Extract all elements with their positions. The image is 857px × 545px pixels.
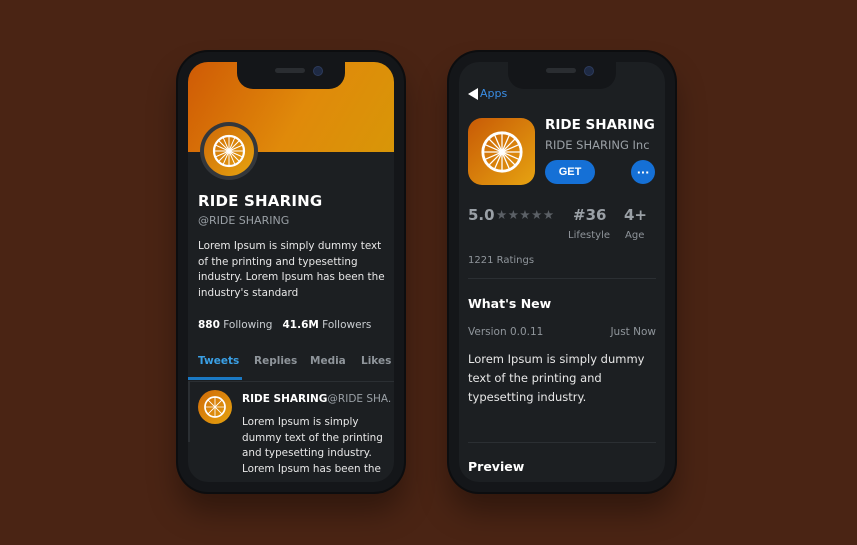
followers-link[interactable]: 41.6M Followers (282, 319, 371, 331)
phone-notch (508, 62, 616, 89)
back-arrow-icon (468, 87, 478, 100)
avatar[interactable] (200, 122, 258, 180)
rank-category: Lifestyle (568, 230, 611, 241)
tab-tweets[interactable]: Tweets (198, 355, 239, 367)
app-store-phone: Apps RIDE SHARING RIDE SHARING Inc GET ·… (449, 52, 675, 492)
active-tab-indicator (188, 377, 242, 380)
followers-count: 41.6M (282, 319, 319, 331)
bicycle-wheel-icon (480, 130, 523, 173)
age-label: Age (625, 230, 645, 241)
divider (468, 278, 656, 279)
release-notes: Lorem Ipsum is simply dummy text of the … (468, 352, 645, 404)
profile-stats: 880 Following 41.6M Followers (198, 319, 371, 331)
following-count: 880 (198, 319, 220, 331)
back-label: Apps (480, 87, 508, 100)
tweet-avatar[interactable] (198, 390, 232, 424)
profile-bio: Lorem Ipsum is simply dummy text of the … (198, 240, 385, 299)
age-rating: 4+ (624, 206, 648, 224)
ratings-count: 1221 Ratings (468, 255, 535, 266)
profile-tabs: Tweets Replies Media Likes (188, 355, 394, 382)
rating-value: 5.0 (468, 206, 495, 224)
app-title: RIDE SHARING (545, 117, 655, 133)
app-store-screen: Apps RIDE SHARING RIDE SHARING Inc GET ·… (459, 62, 665, 482)
tab-likes[interactable]: Likes (361, 355, 391, 367)
preview-heading: Preview (468, 459, 525, 474)
following-label: Following (223, 319, 273, 331)
phone-notch (237, 62, 345, 89)
bicycle-wheel-icon (204, 396, 226, 418)
tweet-author-name: RIDE SHARING (242, 393, 328, 405)
divider (188, 382, 190, 442)
version-label: Version 0.0.11 (468, 326, 544, 338)
app-developer[interactable]: RIDE SHARING Inc (545, 138, 650, 152)
profile-handle: @RIDE SHARING (198, 214, 290, 227)
following-link[interactable]: 880 Following (198, 319, 272, 331)
followers-label: Followers (322, 319, 372, 331)
profile-phone: RIDE SHARING @RIDE SHARING Lorem Ipsum i… (178, 52, 404, 492)
tweet-text: Lorem Ipsum is simply dummy text of the … (242, 416, 383, 475)
profile-name: RIDE SHARING (198, 192, 323, 210)
app-icon (468, 118, 535, 185)
bicycle-wheel-icon (212, 134, 246, 168)
get-button[interactable]: GET (545, 160, 595, 184)
star-rating-icon: ★★★★★ (496, 207, 555, 222)
chart-rank: #36 (573, 206, 607, 224)
tweet-author-handle: @RIDE SHA... (327, 393, 392, 405)
back-button[interactable]: Apps (468, 87, 507, 100)
whats-new-heading: What's New (468, 296, 552, 311)
tab-media[interactable]: Media (310, 355, 346, 367)
update-date: Just Now (610, 326, 656, 338)
tab-replies[interactable]: Replies (254, 355, 297, 367)
divider (468, 442, 656, 443)
profile-screen: RIDE SHARING @RIDE SHARING Lorem Ipsum i… (188, 62, 394, 482)
more-options-button[interactable]: ··· (631, 160, 655, 184)
tweet-header: RIDE SHARING@RIDE SHA... (242, 393, 392, 405)
